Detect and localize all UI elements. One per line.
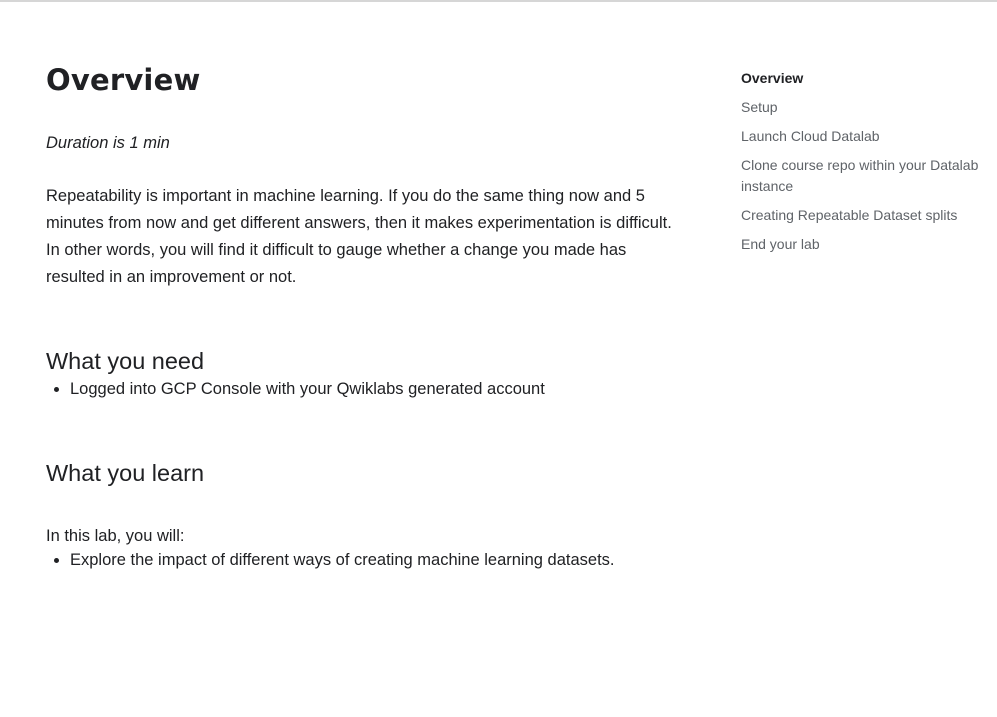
top-divider bbox=[0, 0, 997, 2]
toc-item-setup[interactable]: Setup bbox=[741, 97, 991, 118]
toc-item-launch-cloud-datalab[interactable]: Launch Cloud Datalab bbox=[741, 126, 991, 147]
lab-content: Overview Duration is 1 min Repeatability… bbox=[46, 60, 686, 572]
lab-lead-text: In this lab, you will: bbox=[46, 527, 185, 545]
what-you-need-heading: What you need bbox=[46, 348, 205, 374]
duration-note: Duration is 1 min bbox=[46, 134, 170, 152]
toc-item-end-your-lab[interactable]: End your lab bbox=[741, 234, 991, 255]
what-you-need-list: Logged into GCP Console with your Qwikla… bbox=[46, 377, 686, 401]
page-title: Overview bbox=[46, 63, 201, 97]
toc-item-overview[interactable]: Overview bbox=[741, 68, 991, 89]
table-of-contents: Overview Setup Launch Cloud Datalab Clon… bbox=[741, 68, 991, 263]
toc-item-clone-course-repo[interactable]: Clone course repo within your Datalab in… bbox=[741, 155, 991, 197]
list-item: Logged into GCP Console with your Qwikla… bbox=[70, 377, 686, 401]
what-you-learn-heading: What you learn bbox=[46, 460, 205, 486]
toc-item-creating-repeatable-dataset-splits[interactable]: Creating Repeatable Dataset splits bbox=[741, 205, 991, 226]
intro-paragraph: Repeatability is important in machine le… bbox=[46, 187, 672, 286]
what-you-learn-list: Explore the impact of different ways of … bbox=[46, 548, 686, 572]
list-item: Explore the impact of different ways of … bbox=[70, 548, 686, 572]
